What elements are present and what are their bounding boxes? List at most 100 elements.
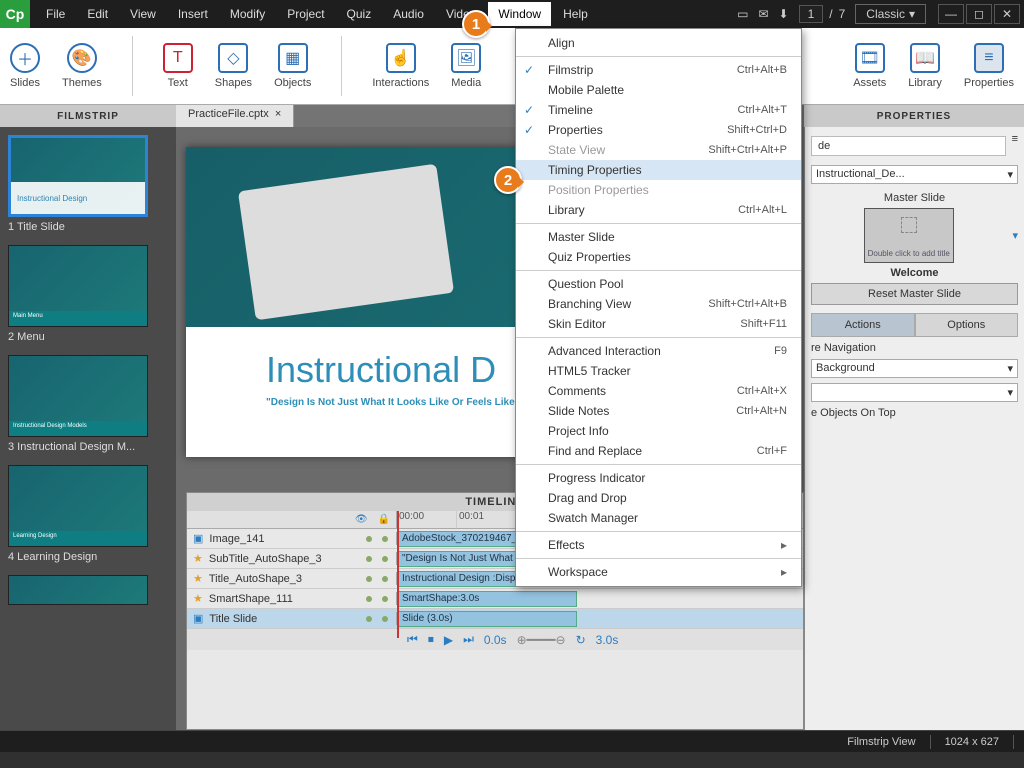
stop-icon[interactable]: ⏹ [428,632,434,647]
menu-item-timing-properties[interactable]: Timing Properties [516,160,801,180]
master-swap-icon[interactable]: ▾ [1012,229,1018,242]
menubar: FileEditViewInsertModifyProjectQuizAudio… [30,2,737,26]
eye-icon[interactable]: 👁 [355,514,368,525]
mail-icon[interactable]: ✉ [758,7,768,21]
menu-item-effects[interactable]: Effects▸ [516,535,801,555]
menu-item-html5-tracker[interactable]: HTML5 Tracker [516,361,801,381]
reset-master-button[interactable]: Reset Master Slide [811,283,1018,305]
menu-item-find-and-replace[interactable]: Find and ReplaceCtrl+F [516,441,801,461]
menu-audio[interactable]: Audio [383,2,434,26]
menu-item-swatch-manager[interactable]: Swatch Manager [516,508,801,528]
timeline-row[interactable]: ★SmartShape_111SmartShape:3.0s [187,589,803,609]
filmstrip-header: FILMSTRIP [0,105,176,127]
objects-tool[interactable]: ▦Objects [274,43,311,89]
themes-tool[interactable]: 🎨Themes [62,43,102,89]
menu-help[interactable]: Help [553,2,598,26]
menu-item-align[interactable]: Align [516,33,801,53]
panel-menu-icon[interactable]: ≡ [1012,133,1018,159]
play-icon[interactable]: ▶ [444,633,453,647]
shapes-tool[interactable]: ◇Shapes [215,43,252,89]
master-select[interactable]: Instructional_De...▾ [811,165,1018,184]
submenu-arrow-icon: ▸ [781,538,787,552]
menu-insert[interactable]: Insert [168,2,218,26]
playhead[interactable] [397,511,399,638]
menu-item-quiz-properties[interactable]: Quiz Properties [516,247,801,267]
menu-item-advanced-interaction[interactable]: Advanced InteractionF9 [516,341,801,361]
titlebar: Cp FileEditViewInsertModifyProjectQuizAu… [0,0,1024,28]
check-icon: ✓ [524,123,534,137]
page-indicator: 1 / 7 [799,5,846,23]
assets-tool[interactable]: 🎞Assets [853,43,886,89]
file-tab[interactable]: PracticeFile.cptx × [176,105,294,127]
menu-file[interactable]: File [36,2,75,26]
properties-header: PROPERTIES [804,105,1024,127]
library-tool[interactable]: 📖Library [908,43,942,89]
menu-edit[interactable]: Edit [77,2,118,26]
menu-item-drag-and-drop[interactable]: Drag and Drop [516,488,801,508]
duration: 3.0s [596,633,619,647]
menu-view[interactable]: View [120,2,166,26]
menu-modify[interactable]: Modify [220,2,275,26]
submenu-arrow-icon: ▸ [781,565,787,579]
menu-item-master-slide[interactable]: Master Slide [516,227,801,247]
nav-label: re Navigation [811,342,876,354]
preview-icon[interactable]: ▭ [737,7,748,21]
menu-item-library[interactable]: LibraryCtrl+Alt+L [516,200,801,220]
background-select[interactable]: Background▾ [811,359,1018,378]
text-tool[interactable]: TText [163,43,193,89]
properties-panel: de ≡ Instructional_De...▾ Master Slide D… [804,127,1024,730]
menu-quiz[interactable]: Quiz [337,2,382,26]
master-slide-name: Welcome [811,267,1018,279]
slide-thumb[interactable]: Instructional Design Models3 Instruction… [8,355,168,453]
actions-tab[interactable]: Actions [811,313,915,337]
slide-thumb[interactable]: Learning Design4 Learning Design [8,465,168,563]
menu-project[interactable]: Project [277,2,334,26]
menu-item-mobile-palette[interactable]: Mobile Palette [516,80,801,100]
menu-item-progress-indicator[interactable]: Progress Indicator [516,468,801,488]
menu-item-state-view: State ViewShift+Ctrl+Alt+P [516,140,801,160]
maximize-button[interactable]: ◻ [966,4,992,24]
total-pages: 7 [839,7,846,21]
secondary-select[interactable]: ▾ [811,383,1018,402]
current-page[interactable]: 1 [799,5,824,23]
document-tabs: FILMSTRIP PracticeFile.cptx × PROPERTIES [0,105,1024,127]
menu-item-comments[interactable]: CommentsCtrl+Alt+X [516,381,801,401]
loop-icon[interactable]: ↻ [576,633,586,647]
download-icon[interactable]: ⬇ [779,7,789,21]
close-button[interactable]: ✕ [994,4,1020,24]
check-icon: ✓ [524,63,534,77]
interactions-tool[interactable]: ☝Interactions [372,43,429,89]
lock-icon[interactable]: 🔒 [378,514,390,525]
workspace-switcher[interactable]: Classic▾ [855,4,926,24]
rewind-icon[interactable]: ⏮ [407,632,418,647]
menu-item-project-info[interactable]: Project Info [516,421,801,441]
master-slide-label: Master Slide [811,192,1018,204]
slide-thumb[interactable]: Instructional Design1 Title Slide [8,135,168,233]
menu-item-slide-notes[interactable]: Slide NotesCtrl+Alt+N [516,401,801,421]
menu-item-timeline[interactable]: ✓TimelineCtrl+Alt+T [516,100,801,120]
ontop-label: e Objects On Top [811,407,896,419]
menu-item-properties[interactable]: ✓PropertiesShift+Ctrl+D [516,120,801,140]
statusbar: Filmstrip View 1024 x 627 [0,730,1024,752]
menu-item-filmstrip[interactable]: ✓FilmstripCtrl+Alt+B [516,60,801,80]
menu-item-workspace[interactable]: Workspace▸ [516,562,801,582]
object-name-field[interactable]: de [811,136,1006,156]
menu-item-branching-view[interactable]: Branching ViewShift+Ctrl+Alt+B [516,294,801,314]
minimize-button[interactable]: — [938,4,964,24]
slides-tool[interactable]: ＋Slides [10,43,40,89]
filmstrip-panel[interactable]: Instructional Design1 Title Slide Main Me… [0,127,176,730]
media-tool[interactable]: 🖼Media [451,43,481,89]
status-view: Filmstrip View [847,736,915,748]
end-icon[interactable]: ⏭ [463,632,474,647]
status-dimensions: 1024 x 627 [945,736,999,748]
ruler-tick: 00:00 [397,511,457,528]
menu-item-question-pool[interactable]: Question Pool [516,274,801,294]
page-sep: / [829,7,832,21]
properties-tool[interactable]: ≡Properties [964,43,1014,89]
menu-item-skin-editor[interactable]: Skin EditorShift+F11 [516,314,801,334]
timeline-row[interactable]: ▣Title SlideSlide (3.0s) [187,609,803,629]
window-menu[interactable]: Align✓FilmstripCtrl+Alt+BMobile Palette✓… [515,28,802,587]
options-tab[interactable]: Options [915,313,1019,337]
master-slide-thumb[interactable]: Double click to add title [864,208,954,263]
slide-thumb[interactable]: Main Menu2 Menu [8,245,168,343]
